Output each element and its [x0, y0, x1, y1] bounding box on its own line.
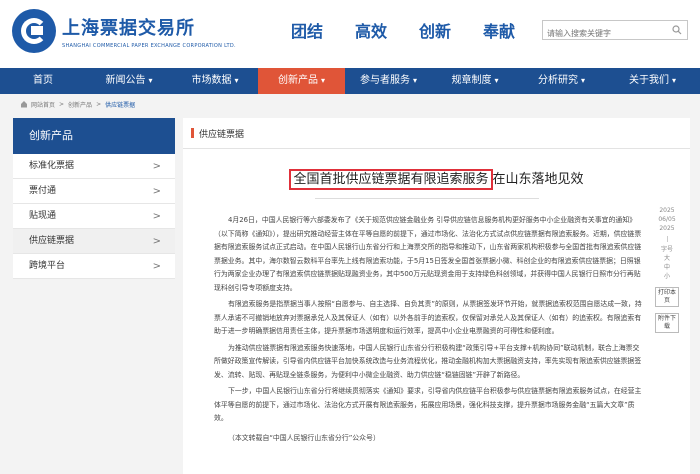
slogan-1: 团结 [291, 22, 324, 41]
sidebar-item-label: 供应链票据 [29, 236, 75, 246]
search-box [542, 20, 688, 43]
chevron-down-icon: ▾ [494, 76, 499, 85]
article-paragraph-2: 有限追索服务是指票据当事人按照“自愿参与、自主选择、自负其责”的原则，从票据签发… [214, 300, 642, 335]
sidebar-item-standardized-bills[interactable]: 标准化票据 > [13, 154, 175, 179]
print-button[interactable]: 打印本页 [655, 287, 679, 307]
article-title-highlight: 全国首批供应链票据有限追索服务 [289, 169, 493, 190]
article-meta-column: 2025 06/05 2025 字号 大 中 小 打印本页 附件下载 [655, 206, 679, 333]
nav-item-news[interactable]: 新闻公告 ▾ [86, 68, 172, 94]
chevron-right-icon: > [152, 236, 161, 247]
article-paragraph-3: 为推动供应链票据有限追索服务快速落地，中国人民银行山东省分行积极构建“政策引导+… [214, 343, 642, 379]
breadcrumb-home[interactable]: 网站首页 [31, 100, 55, 109]
sidebar-item-label: 贴现通 [29, 211, 57, 221]
slogan-bar: 团结 高效 创新 奉献 [291, 18, 547, 42]
site-logo[interactable]: 上海票据交易所 SHANGHAI COMMERCIAL PAPER EXCHAN… [12, 9, 236, 53]
chevron-down-icon: ▾ [234, 76, 239, 85]
nav-item-label: 市场数据 [191, 75, 232, 86]
article-paragraph-1: 4月26日，中国人民银行等六部委发布了《关于规范供应链金融业务 引导供应链信息服… [214, 216, 642, 292]
chevron-right-icon: > [152, 161, 161, 172]
sidebar-item-label: 跨境平台 [29, 261, 66, 271]
chevron-down-icon: ▾ [580, 76, 585, 85]
sidebar-item-cross-border[interactable]: 跨境平台 > [13, 254, 175, 279]
nav-item-label: 规章制度 [451, 75, 492, 86]
sidebar-item-supply-chain-bills[interactable]: 供应链票据 > [13, 229, 175, 254]
font-size-large[interactable]: 大 [655, 254, 679, 263]
font-size-small[interactable]: 小 [655, 272, 679, 281]
breadcrumb-products[interactable]: 创新产品 [68, 100, 92, 109]
main-nav: 首页 新闻公告 ▾ 市场数据 ▾ 创新产品 ▾ 参与者服务 ▾ 规章制度 ▾ 分析研究 ▾ … [0, 68, 700, 94]
nav-item-label: 分析研究 [537, 75, 578, 86]
nav-item-label: 创新产品 [277, 75, 318, 86]
chevron-right-icon: > [152, 186, 161, 197]
section-header: 供应链票据 [183, 118, 690, 149]
nav-item-market-data[interactable]: 市场数据 ▾ [172, 68, 258, 94]
sidebar-item-tiexiantong[interactable]: 贴现通 > [13, 204, 175, 229]
section-marker [191, 128, 194, 138]
breadcrumb-separator: > [59, 100, 65, 108]
home-icon [21, 101, 27, 108]
nav-item-label: 关于我们 [628, 75, 669, 86]
publish-date: 06/05 [658, 216, 676, 223]
chevron-down-icon: ▾ [412, 76, 417, 85]
slogan-2: 高效 [355, 22, 388, 41]
meta-divider [666, 236, 668, 242]
nav-item-label: 参与者服务 [359, 75, 410, 86]
breadcrumb: 网站首页 > 创新产品 > 供应链票据 [20, 97, 135, 111]
attachment-download-button[interactable]: 附件下载 [655, 313, 679, 333]
nav-item-research[interactable]: 分析研究 ▾ [518, 68, 605, 94]
sidebar-item-label: 标准化票据 [29, 161, 75, 171]
sidebar: 创新产品 标准化票据 > 票付通 > 贴现通 > 供应链票据 > 跨境平台 > [13, 118, 175, 279]
publish-year: 2025 [659, 207, 675, 214]
search-icon[interactable] [672, 25, 682, 35]
nav-item-regulations[interactable]: 规章制度 ▾ [432, 68, 518, 94]
search-input[interactable] [543, 24, 665, 43]
nav-item-participants[interactable]: 参与者服务 ▾ [345, 68, 432, 94]
nav-item-about[interactable]: 关于我们 ▾ [605, 68, 700, 94]
breadcrumb-separator: > [96, 100, 102, 108]
nav-item-products[interactable]: 创新产品 ▾ [258, 68, 345, 94]
content-panel: 供应链票据 全国首批供应链票据有限追索服务 在山东落地见效 4月26日，中国人民银… [183, 118, 690, 474]
article-title-rest: 在山东落地见效 [492, 172, 584, 187]
sidebar-title: 创新产品 [13, 118, 175, 154]
chevron-right-icon: > [152, 211, 161, 222]
section-title: 供应链票据 [199, 130, 245, 140]
chevron-right-icon: > [152, 261, 161, 272]
nav-item-label: 新闻公告 [105, 75, 146, 86]
article-body: 4月26日，中国人民银行等六部委发布了《关于规范供应链金融业务 引导供应链信息服… [214, 214, 643, 448]
publish-year-2: 2025 [659, 225, 675, 232]
slogan-4: 奉献 [483, 22, 516, 41]
chevron-down-icon: ▾ [148, 76, 153, 85]
font-size-medium[interactable]: 中 [655, 263, 679, 272]
chevron-down-icon: ▾ [671, 76, 676, 85]
logo-text: 上海票据交易所 [62, 17, 195, 39]
breadcrumb-current: 供应链票据 [105, 101, 136, 109]
article-paragraph-4: 下一步，中国人民银行山东省分行将继续贯彻落实《通知》要求，引导省内供应链平台积极… [214, 387, 642, 422]
site-header: 上海票据交易所 SHANGHAI COMMERCIAL PAPER EXCHAN… [0, 0, 700, 68]
sidebar-item-piaofutong[interactable]: 票付通 > [13, 179, 175, 204]
nav-item-home[interactable]: 首页 [0, 68, 86, 94]
logo-emblem-icon [12, 9, 56, 53]
sidebar-item-label: 票付通 [29, 186, 57, 196]
chevron-down-icon: ▾ [320, 76, 325, 85]
nav-item-label: 首页 [33, 75, 53, 86]
article-source-note: （本文转载自“中国人民银行山东省分行”公众号） [228, 433, 380, 442]
title-divider [315, 198, 539, 199]
font-size-label: 字号 [660, 246, 673, 253]
slogan-3: 创新 [419, 22, 452, 41]
logo-english-text: SHANGHAI COMMERCIAL PAPER EXCHANGE CORPO… [62, 42, 236, 49]
article-title: 全国首批供应链票据有限追索服务 在山东落地见效 [183, 168, 690, 190]
